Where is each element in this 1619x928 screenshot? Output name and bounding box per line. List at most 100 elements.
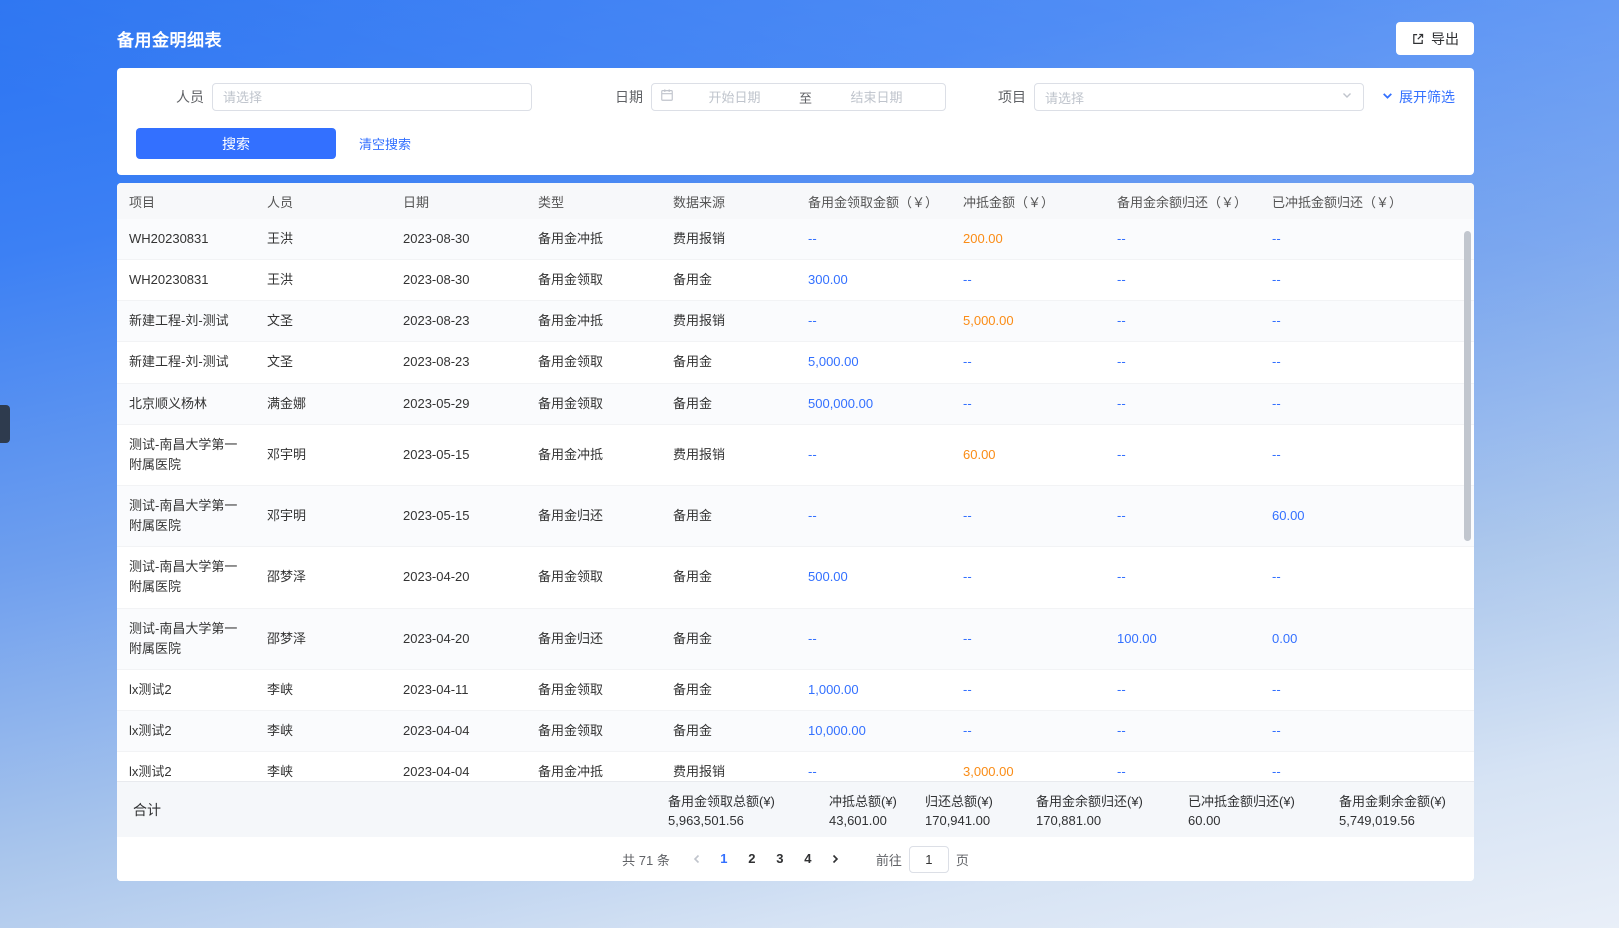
search-button[interactable]: 搜索 <box>136 128 336 159</box>
cell-draw: 500,000.00 <box>796 383 951 424</box>
page-unit-label: 页 <box>956 850 969 869</box>
end-date-input[interactable] <box>816 90 937 105</box>
cell-type: 备用金归还 <box>526 608 661 669</box>
cell-project: 测试-南昌大学第一附属医院 <box>117 485 255 546</box>
cell-project: WH20230831 <box>117 260 255 301</box>
table-row[interactable]: lx测试2李峡2023-04-04备用金冲抵费用报销--3,000.00---- <box>117 752 1474 781</box>
summary-items: 备用金领取总额(¥)5,963,501.56冲抵总额(¥)43,601.00归还… <box>668 791 1458 828</box>
cell-date: 2023-04-20 <box>391 608 526 669</box>
cell-offset_return: -- <box>1260 301 1474 342</box>
summary-item: 归还总额(¥)170,941.00 <box>925 791 1036 828</box>
table-row[interactable]: WH20230831王洪2023-08-30备用金冲抵费用报销--200.00-… <box>117 219 1474 260</box>
column-header-type: 类型 <box>526 183 661 219</box>
cell-draw: 1,000.00 <box>796 669 951 710</box>
export-label: 导出 <box>1431 29 1459 49</box>
cell-offset_return: -- <box>1260 710 1474 751</box>
petty-cash-table: 项目人员日期类型数据来源备用金领取金额（￥）冲抵金额（￥）备用金余额归还（￥）已… <box>117 183 1474 781</box>
project-select[interactable]: 请选择 <box>1034 83 1364 111</box>
cell-balance_return: -- <box>1105 710 1260 751</box>
column-header-source: 数据来源 <box>661 183 796 219</box>
table-row[interactable]: WH20230831王洪2023-08-30备用金领取备用金300.00----… <box>117 260 1474 301</box>
page-button-4[interactable]: 4 <box>794 846 822 872</box>
cell-offset_return: -- <box>1260 383 1474 424</box>
summary-item: 备用金剩余金额(¥)5,749,019.56 <box>1339 791 1458 828</box>
cell-source: 备用金 <box>661 260 796 301</box>
cell-project: 新建工程-刘-测试 <box>117 342 255 383</box>
cell-offset_return: -- <box>1260 669 1474 710</box>
cell-date: 2023-04-20 <box>391 547 526 608</box>
cell-person: 文圣 <box>255 301 391 342</box>
cell-date: 2023-05-29 <box>391 383 526 424</box>
start-date-input[interactable] <box>674 90 795 105</box>
cell-date: 2023-04-04 <box>391 710 526 751</box>
project-select-placeholder: 请选择 <box>1045 88 1084 107</box>
goto-label: 前往 <box>876 850 902 869</box>
cell-draw: -- <box>796 301 951 342</box>
prev-page-button[interactable] <box>684 846 710 872</box>
cell-offset: -- <box>951 342 1105 383</box>
export-button[interactable]: 导出 <box>1396 22 1474 55</box>
cell-project: 新建工程-刘-测试 <box>117 301 255 342</box>
table-scrollbar[interactable] <box>1464 231 1471 541</box>
cell-draw: 300.00 <box>796 260 951 301</box>
cell-offset_return: -- <box>1260 260 1474 301</box>
column-header-balance_return: 备用金余额归还（￥） <box>1105 183 1260 219</box>
cell-person: 李峡 <box>255 752 391 781</box>
cell-draw: 10,000.00 <box>796 710 951 751</box>
pagination-bar: 共 71 条 1234 前往 页 <box>117 837 1474 881</box>
summary-item: 备用金领取总额(¥)5,963,501.56 <box>668 791 829 828</box>
expand-filter-label: 展开筛选 <box>1399 87 1455 107</box>
cell-type: 备用金冲抵 <box>526 219 661 260</box>
cell-balance_return: -- <box>1105 424 1260 485</box>
cell-offset: 3,000.00 <box>951 752 1105 781</box>
table-row[interactable]: 测试-南昌大学第一附属医院邓宇明2023-05-15备用金冲抵费用报销--60.… <box>117 424 1474 485</box>
cell-balance_return: -- <box>1105 547 1260 608</box>
goto-page-input[interactable] <box>909 846 949 873</box>
cell-offset: 200.00 <box>951 219 1105 260</box>
page-button-1[interactable]: 1 <box>710 846 738 872</box>
cell-source: 备用金 <box>661 669 796 710</box>
cell-offset: -- <box>951 260 1105 301</box>
table-header-row: 项目人员日期类型数据来源备用金领取金额（￥）冲抵金额（￥）备用金余额归还（￥）已… <box>117 183 1474 219</box>
table-row[interactable]: 新建工程-刘-测试文圣2023-08-23备用金冲抵费用报销--5,000.00… <box>117 301 1474 342</box>
expand-filter-link[interactable]: 展开筛选 <box>1381 87 1455 107</box>
column-header-person: 人员 <box>255 183 391 219</box>
cell-balance_return: -- <box>1105 669 1260 710</box>
cell-project: 测试-南昌大学第一附属医院 <box>117 608 255 669</box>
page-button-3[interactable]: 3 <box>766 846 794 872</box>
clear-search-link[interactable]: 清空搜索 <box>359 134 411 153</box>
cell-offset: -- <box>951 608 1105 669</box>
cell-type: 备用金冲抵 <box>526 301 661 342</box>
date-range-picker[interactable]: 至 <box>651 83 946 111</box>
cell-project: WH20230831 <box>117 219 255 260</box>
table-row[interactable]: 测试-南昌大学第一附属医院邵梦泽2023-04-20备用金领取备用金500.00… <box>117 547 1474 608</box>
person-select-input[interactable] <box>212 83 532 111</box>
cell-balance_return: -- <box>1105 342 1260 383</box>
cell-date: 2023-05-15 <box>391 424 526 485</box>
cell-balance_return: -- <box>1105 219 1260 260</box>
column-header-project: 项目 <box>117 183 255 219</box>
cell-offset_return: -- <box>1260 219 1474 260</box>
data-table-card: 项目人员日期类型数据来源备用金领取金额（￥）冲抵金额（￥）备用金余额归还（￥）已… <box>117 183 1474 881</box>
cell-type: 备用金领取 <box>526 547 661 608</box>
table-row[interactable]: lx测试2李峡2023-04-04备用金领取备用金10,000.00------ <box>117 710 1474 751</box>
next-page-button[interactable] <box>822 846 848 872</box>
cell-balance_return: -- <box>1105 752 1260 781</box>
side-drawer-handle[interactable] <box>0 405 10 443</box>
cell-offset: 5,000.00 <box>951 301 1105 342</box>
table-row[interactable]: lx测试2李峡2023-04-11备用金领取备用金1,000.00------ <box>117 669 1474 710</box>
table-row[interactable]: 北京顺义杨林满金娜2023-05-29备用金领取备用金500,000.00---… <box>117 383 1474 424</box>
cell-offset_return: -- <box>1260 424 1474 485</box>
export-icon <box>1411 32 1425 46</box>
table-row[interactable]: 新建工程-刘-测试文圣2023-08-23备用金领取备用金5,000.00---… <box>117 342 1474 383</box>
page-button-2[interactable]: 2 <box>738 846 766 872</box>
cell-person: 邓宇明 <box>255 424 391 485</box>
date-filter-label: 日期 <box>615 87 643 107</box>
cell-balance_return: -- <box>1105 485 1260 546</box>
cell-person: 邓宇明 <box>255 485 391 546</box>
table-row[interactable]: 测试-南昌大学第一附属医院邵梦泽2023-04-20备用金归还备用金----10… <box>117 608 1474 669</box>
cell-offset_return: 0.00 <box>1260 608 1474 669</box>
cell-draw: -- <box>796 219 951 260</box>
table-row[interactable]: 测试-南昌大学第一附属医院邓宇明2023-05-15备用金归还备用金------… <box>117 485 1474 546</box>
cell-draw: 5,000.00 <box>796 342 951 383</box>
